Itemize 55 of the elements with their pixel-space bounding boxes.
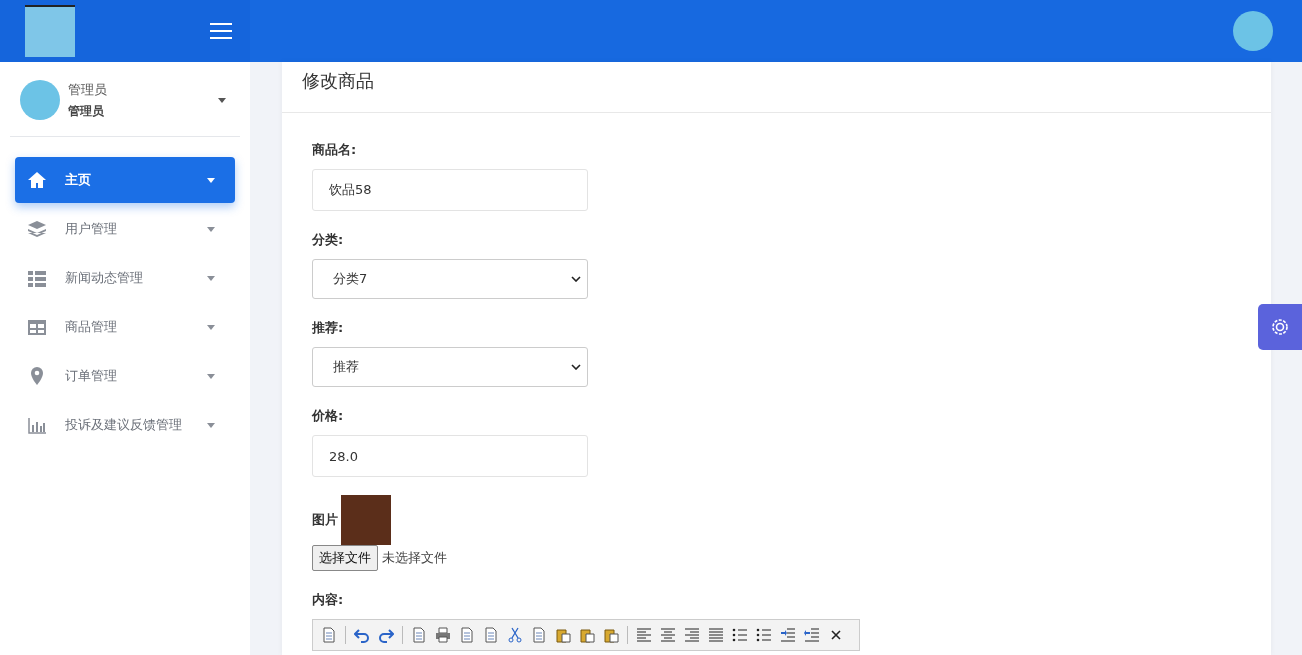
input-field[interactable]: 28.0: [312, 435, 588, 477]
input-field[interactable]: 饮品58: [312, 169, 588, 211]
select-field[interactable]: 分类7: [312, 259, 588, 299]
field-label: 内容:: [312, 591, 345, 609]
chevron-down-icon: [571, 364, 581, 370]
doc-icon[interactable]: [321, 627, 337, 643]
list-icon: [27, 268, 47, 288]
menu-icon[interactable]: [210, 22, 232, 40]
caret-icon: [207, 373, 215, 379]
caret-icon: [207, 177, 215, 183]
layers-icon: [27, 219, 47, 239]
avatar: [20, 80, 60, 120]
settings-button[interactable]: [1258, 304, 1302, 350]
justify-icon[interactable]: [708, 627, 724, 643]
nav-item[interactable]: 新闻动态管理: [15, 255, 235, 301]
home-icon: [27, 170, 47, 190]
caret-icon: [207, 275, 215, 281]
logo-photo-placeholder: [25, 5, 75, 57]
print-icon[interactable]: [435, 627, 451, 643]
field-label: 推荐:: [312, 319, 345, 337]
nav-item[interactable]: 用户管理: [15, 206, 235, 252]
right-icon[interactable]: [684, 627, 700, 643]
outdent-icon[interactable]: [804, 627, 820, 643]
photo-placeholder: [341, 495, 391, 545]
grid-icon: [27, 317, 47, 337]
choose-file-button[interactable]: 选择文件: [312, 545, 378, 571]
caret-icon[interactable]: [218, 97, 226, 103]
file-status: 未选择文件: [382, 549, 447, 567]
cut-icon[interactable]: [507, 627, 523, 643]
caret-icon: [207, 226, 215, 232]
nav-item[interactable]: 商品管理: [15, 304, 235, 350]
caret-icon: [207, 422, 215, 428]
page-title: 修改商品: [282, 62, 1271, 113]
bar-chart-icon: [27, 415, 47, 435]
user-role: 管理员: [68, 102, 105, 120]
indent-icon[interactable]: [780, 627, 796, 643]
redo-icon[interactable]: [378, 627, 394, 643]
avatar[interactable]: [1233, 11, 1273, 51]
field-label: 商品名:: [312, 141, 358, 159]
nav-item[interactable]: 订单管理: [15, 353, 235, 399]
field-label: 图片: [312, 511, 338, 529]
paste-icon[interactable]: [555, 627, 571, 643]
nav-item[interactable]: 主页: [15, 157, 235, 203]
field-label: 分类:: [312, 231, 345, 249]
chevron-down-icon: [571, 276, 581, 282]
ul-icon[interactable]: [756, 627, 772, 643]
field-label: 价格:: [312, 407, 345, 425]
caret-icon: [207, 324, 215, 330]
center-icon[interactable]: [660, 627, 676, 643]
undo-icon[interactable]: [354, 627, 370, 643]
select-field[interactable]: 推荐: [312, 347, 588, 387]
user-name: 管理员: [68, 80, 108, 99]
settings-icon: [1269, 316, 1291, 338]
left-icon[interactable]: [636, 627, 652, 643]
nav-item[interactable]: 投诉及建议反馈管理: [15, 402, 235, 448]
